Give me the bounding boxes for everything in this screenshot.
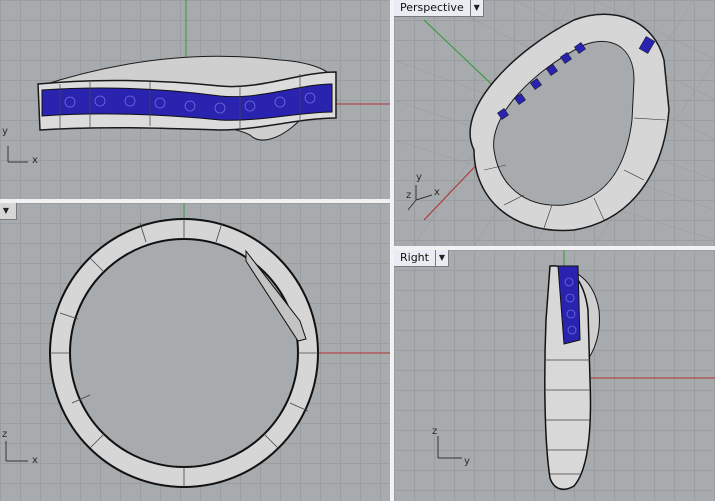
viewport-perspective[interactable]: Perspective ▼ y x z [394,0,715,246]
viewport-tab-label: Perspective [400,1,464,14]
axis-label-y: y [2,126,8,137]
right-view-drawing [437,250,715,491]
viewport-front[interactable]: y x [0,0,390,199]
viewport-tab-top[interactable]: ▼ [0,203,17,220]
axis-label-x: x [434,187,440,198]
axis-label-z: z [406,190,412,201]
front-view-drawing [7,0,390,163]
chevron-down-icon[interactable]: ▼ [0,203,12,219]
axis-label-y: y [416,172,422,183]
viewport-tab-label: Right [400,251,429,264]
chevron-down-icon[interactable]: ▼ [434,250,448,266]
chevron-down-icon[interactable]: ▼ [469,0,483,16]
viewport-tab-perspective[interactable]: Perspective ▼ [394,0,484,17]
viewport-tab-right[interactable]: Right ▼ [394,250,449,267]
axis-label-x: x [32,155,38,166]
perspective-view-drawing [394,0,715,246]
axis-label-y: y [464,456,470,467]
viewport-top[interactable]: ▼ z x [0,203,390,501]
axis-label-z: z [2,429,8,440]
top-view-drawing [5,203,390,488]
viewport-right[interactable]: Right ▼ z y [394,250,715,501]
axis-label-x: x [32,455,38,466]
ring-inner-edge [69,238,299,468]
axis-label-z: z [432,426,438,437]
